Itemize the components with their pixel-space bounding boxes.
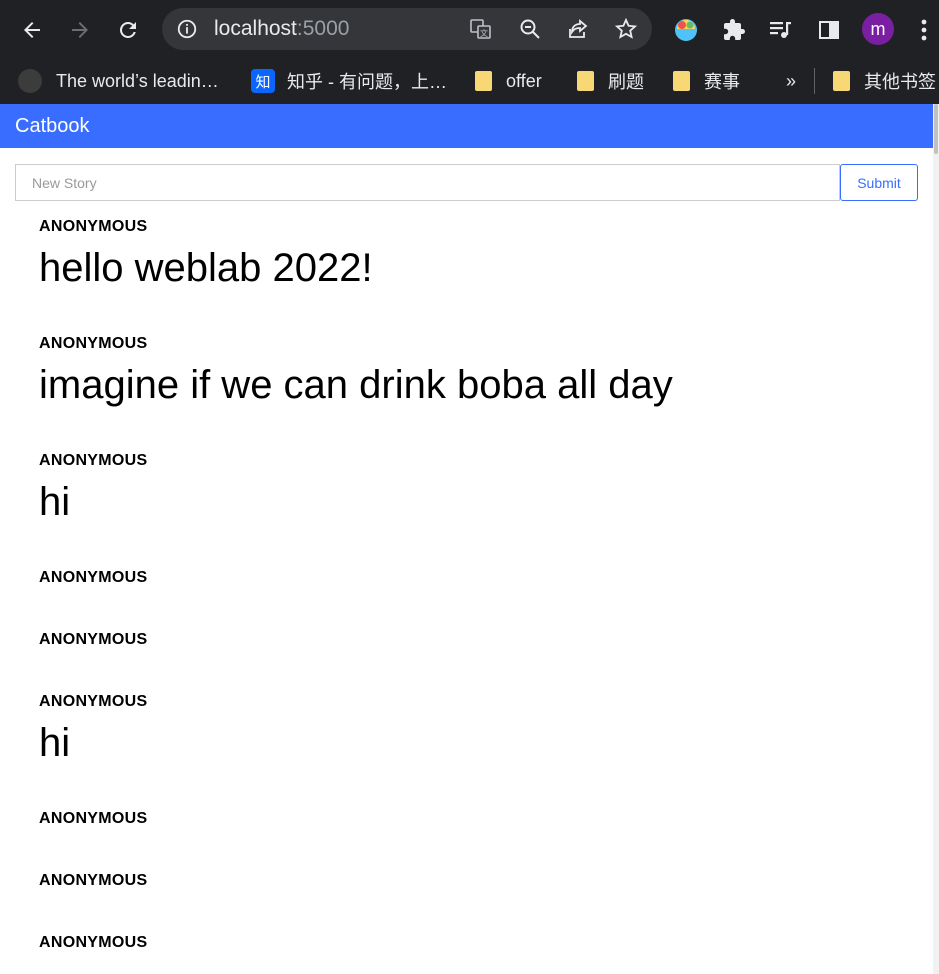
bookmark-label: » bbox=[786, 70, 797, 91]
bookmark-star-icon[interactable] bbox=[614, 17, 638, 41]
bookmark-label: 知乎 - 有问题，上… bbox=[287, 72, 447, 92]
back-arrow-icon[interactable] bbox=[18, 16, 46, 44]
story-creator: ANONYMOUS bbox=[39, 810, 148, 827]
story-creator: ANONYMOUS bbox=[39, 218, 148, 235]
translate-icon[interactable]: 文 bbox=[469, 17, 493, 41]
bookmarks-bar: The world’s leadin… 知 知乎 - 有问题，上… offer … bbox=[0, 58, 939, 104]
github-icon bbox=[18, 69, 42, 93]
story-card: ANONYMOUS hello weblab 2022! bbox=[39, 218, 373, 294]
zoom-out-icon[interactable] bbox=[518, 17, 542, 41]
svg-text:文: 文 bbox=[480, 28, 488, 38]
story-creator: ANONYMOUS bbox=[39, 693, 148, 710]
folder-icon bbox=[673, 71, 690, 91]
bookmark-label: 赛事 bbox=[704, 72, 740, 92]
story-creator: ANONYMOUS bbox=[39, 452, 148, 469]
bookmarks-overflow-chevron-icon[interactable]: » bbox=[786, 66, 796, 96]
story-card: ANONYMOUS bbox=[39, 934, 147, 952]
folder-icon bbox=[475, 71, 492, 91]
page-scrollbar[interactable] bbox=[933, 104, 939, 974]
address-bar[interactable]: localhost:5000 文 bbox=[162, 8, 652, 50]
profile-avatar[interactable]: m bbox=[862, 13, 894, 45]
bookmark-folder-saishi[interactable]: 赛事 bbox=[673, 66, 740, 96]
story-card: ANONYMOUS hi bbox=[39, 452, 147, 528]
url-text: localhost:5000 bbox=[214, 17, 349, 41]
profile-initial: m bbox=[870, 18, 886, 39]
browser-toolbar: localhost:5000 文 m bbox=[0, 0, 939, 58]
story-creator: ANONYMOUS bbox=[39, 934, 148, 951]
story-creator: ANONYMOUS bbox=[39, 335, 148, 352]
bookmark-label: 其他书签 bbox=[864, 72, 936, 92]
bookmark-folder-other[interactable]: 其他书签 bbox=[833, 66, 936, 96]
bookmark-folder-offer[interactable]: offer bbox=[475, 66, 542, 96]
app-title[interactable]: Catbook bbox=[15, 115, 90, 138]
scrollbar-thumb[interactable] bbox=[934, 104, 938, 154]
story-creator: ANONYMOUS bbox=[39, 872, 148, 889]
app-navbar: Catbook bbox=[0, 104, 933, 148]
reload-icon[interactable] bbox=[114, 16, 142, 44]
story-content: hi bbox=[39, 721, 71, 765]
story-content: hello weblab 2022! bbox=[39, 246, 373, 290]
share-icon[interactable] bbox=[566, 17, 590, 41]
bookmarks-divider bbox=[814, 68, 815, 94]
bookmark-folder-shuati[interactable]: 刷题 bbox=[577, 66, 644, 96]
extension-colorful-icon[interactable] bbox=[672, 15, 700, 43]
story-card: ANONYMOUS bbox=[39, 631, 147, 649]
story-content: imagine if we can drink boba all day bbox=[39, 363, 673, 407]
url-port: :5000 bbox=[296, 17, 350, 40]
folder-icon bbox=[833, 71, 850, 91]
story-card: ANONYMOUS imagine if we can drink boba a… bbox=[39, 335, 673, 411]
story-card: ANONYMOUS bbox=[39, 872, 147, 890]
more-menu-icon[interactable] bbox=[914, 16, 934, 44]
site-info-icon[interactable] bbox=[176, 18, 198, 40]
story-creator: ANONYMOUS bbox=[39, 631, 148, 648]
story-card: ANONYMOUS bbox=[39, 569, 147, 587]
bookmark-github[interactable]: The world’s leadin… bbox=[18, 66, 219, 96]
media-queue-icon[interactable] bbox=[766, 16, 794, 44]
bookmark-label: offer bbox=[506, 70, 542, 91]
folder-icon bbox=[577, 71, 594, 91]
story-content: hi bbox=[39, 480, 71, 524]
url-host: localhost bbox=[214, 17, 297, 40]
zhihu-icon: 知 bbox=[251, 69, 275, 93]
bookmark-label: 刷题 bbox=[608, 72, 644, 92]
side-panel-icon[interactable] bbox=[815, 16, 843, 44]
bookmark-label: The world’s leadin… bbox=[56, 70, 219, 91]
new-story-input[interactable] bbox=[15, 164, 840, 201]
story-card: ANONYMOUS bbox=[39, 810, 147, 828]
story-creator: ANONYMOUS bbox=[39, 569, 148, 586]
forward-arrow-icon[interactable] bbox=[66, 16, 94, 44]
story-card: ANONYMOUS hi bbox=[39, 693, 147, 769]
submit-button[interactable]: Submit bbox=[840, 164, 918, 201]
browser-chrome: localhost:5000 文 m The world’s leadin… 知… bbox=[0, 0, 939, 104]
extensions-puzzle-icon[interactable] bbox=[720, 16, 748, 44]
bookmark-zhihu[interactable]: 知 知乎 - 有问题，上… bbox=[251, 66, 447, 96]
